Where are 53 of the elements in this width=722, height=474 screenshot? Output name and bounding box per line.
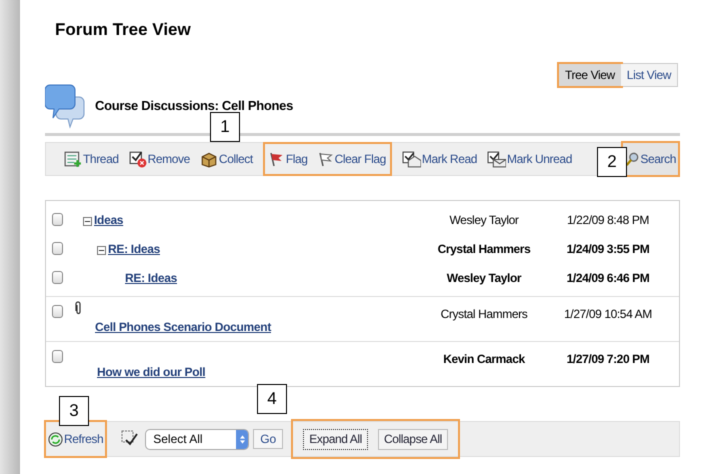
view-tab[interactable]: Tree View — [559, 64, 621, 86]
dropdown-caret-icon — [236, 430, 248, 448]
row-checkbox[interactable] — [52, 213, 63, 226]
clearflag-icon — [318, 151, 334, 167]
author-cell-text: Wesley Taylor — [446, 270, 522, 286]
toolbar-button[interactable]: Remove — [128, 150, 190, 168]
speech-bubbles-icon — [45, 83, 85, 131]
row-checkbox[interactable] — [52, 350, 63, 363]
refresh-icon — [48, 432, 63, 446]
message-link[interactable]: Cell Phones Scenario Document — [95, 318, 272, 336]
flag-icon — [268, 151, 285, 167]
select-dropdown[interactable]: Select All — [145, 428, 250, 450]
toolbar-button[interactable]: Collect — [200, 150, 253, 168]
collect-icon — [200, 150, 218, 168]
expand-collapse-button[interactable]: Collapse All — [378, 428, 448, 450]
date-cell-text: 1/27/09 10:54 AM — [563, 306, 653, 323]
expand-collapse-button[interactable]: Expand All — [303, 428, 368, 450]
message-link[interactable]: How we did our Poll — [97, 363, 206, 381]
date-cell-text: 1/27/09 7:20 PM — [566, 351, 650, 368]
forum-title: Course Discussions: Cell Phones — [95, 96, 294, 114]
search-icon — [625, 151, 640, 167]
checklist-icon — [121, 430, 140, 448]
toolbar-button[interactable]: Thread — [64, 150, 119, 168]
thread-icon — [64, 150, 82, 168]
row-checkbox[interactable] — [52, 242, 63, 255]
go-button[interactable]: Go — [253, 429, 284, 449]
author-cell-text: Crystal Hammers — [440, 306, 528, 323]
message-link[interactable]: RE: Ideas — [125, 268, 177, 286]
date-cell-text: 1/24/09 6:46 PM — [566, 270, 650, 286]
callout-number: 2 — [597, 147, 627, 177]
row-checkbox[interactable] — [52, 271, 63, 284]
toggle-icon[interactable] — [83, 216, 92, 226]
author-cell-text: Crystal Hammers — [436, 240, 532, 258]
remove-icon — [128, 150, 147, 168]
toolbar-button[interactable]: Mark Unread — [487, 150, 572, 168]
markread-icon — [402, 150, 421, 168]
author-cell-text: Kevin Carmack — [442, 351, 526, 368]
toggle-icon[interactable] — [97, 246, 106, 254]
callout-number: 1 — [210, 112, 240, 142]
page-title: Forum Tree View — [54, 19, 192, 40]
toolbar-button[interactable]: Clear Flag — [318, 150, 386, 168]
date-cell-text: 1/24/09 3:55 PM — [566, 240, 650, 258]
author-cell-text: Wesley Taylor — [448, 212, 520, 228]
search-button[interactable]: Search — [623, 143, 678, 175]
message-link[interactable]: Ideas — [94, 210, 124, 228]
callout-number: 4 — [257, 384, 287, 414]
callout-number: 3 — [59, 396, 89, 426]
row-checkbox[interactable] — [52, 305, 63, 318]
toolbar-button[interactable]: Flag — [268, 150, 308, 168]
markunread-icon — [487, 150, 506, 168]
message-link[interactable]: RE: Ideas — [108, 240, 160, 258]
date-cell-text: 1/22/09 8:48 PM — [566, 212, 650, 228]
toolbar-button[interactable]: Mark Read — [402, 150, 478, 168]
